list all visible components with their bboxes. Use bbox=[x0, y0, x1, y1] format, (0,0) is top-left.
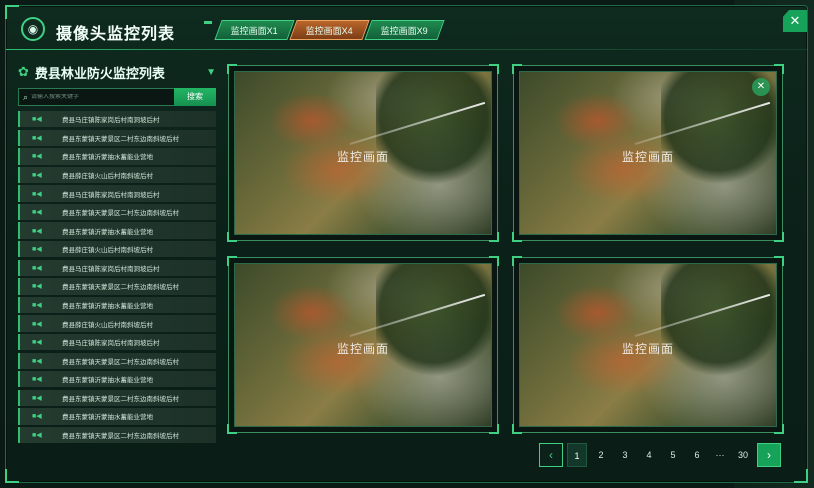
camera-icon: ■◀ bbox=[32, 171, 42, 179]
tab-view-x4[interactable]: 监控画面X4 bbox=[289, 20, 370, 40]
video-cell[interactable]: 监控画面 bbox=[512, 256, 784, 434]
page-number[interactable]: 1 bbox=[567, 443, 587, 467]
camera-list-item[interactable]: ■◀ 费县东蒙镇天蒙景区二村东边南斜坡后村 bbox=[18, 129, 216, 146]
view-mode-tabs: 监控画面X1 监控画面X4 监控画面X9 bbox=[214, 20, 445, 40]
camera-list-header[interactable]: ✿ 费县林业防火监控列表 ▼ bbox=[18, 61, 216, 83]
page-ellipsis: ··· bbox=[715, 450, 725, 460]
camera-list-item[interactable]: ■◀ 费县东蒙镇沂蒙抽水蓄能业营地 bbox=[18, 222, 216, 239]
camera-list-item[interactable]: ■◀ 费县薛庄镇火山后村南斜坡后村 bbox=[18, 241, 216, 258]
feed-caption: 监控画面 bbox=[621, 342, 674, 356]
page-number-last[interactable]: 30 bbox=[733, 443, 753, 467]
camera-icon: ■◀ bbox=[32, 339, 42, 347]
pagination: ‹ 1 2 3 4 5 6 ··· 30 › bbox=[539, 443, 781, 467]
camera-icon: ■◀ bbox=[32, 134, 42, 142]
camera-list-panel: ✿ 费县林业防火监控列表 ▼ ⌕ 搜索 ■◀费县马庄镇陈家岗后村南洞坡后村 ■◀… bbox=[18, 61, 216, 451]
dialog-title: 摄像头监控列表 bbox=[56, 26, 176, 43]
feed-close-icon[interactable]: ✕ bbox=[752, 78, 770, 96]
feed-caption: 监控画面 bbox=[621, 150, 674, 164]
camera-list-item[interactable]: ■◀ 费县东蒙镇天蒙景区二村东边南斜坡后村 bbox=[18, 389, 216, 407]
video-cell[interactable]: 监控画面 bbox=[227, 64, 499, 242]
camera-list-item[interactable]: ■◀ 费县薛庄镇火山后村南斜坡后村 bbox=[18, 166, 216, 184]
camera-list-item[interactable]: ■◀ 费县东蒙镇天蒙景区二村东边南斜坡后村 bbox=[18, 203, 216, 221]
camera-search: ⌕ 搜索 bbox=[18, 88, 216, 106]
camera-icon: ■◀ bbox=[32, 357, 42, 365]
camera-logo-icon: ◉ bbox=[21, 17, 45, 41]
page-number[interactable]: 6 bbox=[687, 443, 707, 467]
next-page-button[interactable]: › bbox=[757, 443, 781, 467]
search-field: ⌕ bbox=[18, 88, 174, 106]
video-feed[interactable]: ✕ 监控画面 bbox=[519, 71, 777, 235]
camera-icon: ■◀ bbox=[32, 246, 42, 254]
frame-corner bbox=[5, 469, 19, 483]
page-number[interactable]: 2 bbox=[591, 443, 611, 467]
camera-list-title: 费县林业防火监控列表 bbox=[34, 65, 165, 81]
video-cell[interactable]: ✕ 监控画面 bbox=[512, 64, 784, 242]
video-feed[interactable]: 监控画面 bbox=[234, 263, 492, 427]
dialog-header: ◉ 摄像头监控列表 监控画面X1 监控画面X4 监控画面X9 ✕ bbox=[6, 6, 807, 50]
camera-list-item[interactable]: ■◀ 费县马庄镇陈家岗后村南洞坡后村 bbox=[18, 185, 216, 202]
feed-caption: 监控画面 bbox=[336, 150, 389, 164]
search-input[interactable] bbox=[31, 94, 174, 100]
search-icon: ⌕ bbox=[23, 91, 29, 102]
video-feed[interactable]: 监控画面 bbox=[519, 263, 777, 427]
camera-icon: ■◀ bbox=[32, 432, 42, 440]
camera-list-item[interactable]: ■◀ 费县东蒙镇天蒙景区二村东边南斜坡后村 bbox=[18, 278, 216, 295]
camera-list-item[interactable]: ■◀ 费县马庄镇陈家岗后村南洞坡后村 bbox=[18, 259, 216, 277]
camera-icon: ■◀ bbox=[32, 190, 42, 198]
video-cell[interactable]: 监控画面 bbox=[227, 256, 499, 434]
camera-list-item[interactable]: ■◀ 费县东蒙镇天蒙景区二村东边南斜坡后村 bbox=[18, 352, 216, 369]
search-button[interactable]: 搜索 bbox=[174, 88, 216, 106]
camera-list-item[interactable]: ■◀ 费县东蒙镇沂蒙抽水蓄能业营地 bbox=[18, 148, 216, 165]
chevron-down-icon[interactable]: ▼ bbox=[206, 67, 216, 78]
page-number[interactable]: 3 bbox=[615, 443, 635, 467]
camera-icon: ■◀ bbox=[32, 301, 42, 309]
frame-corner bbox=[794, 469, 808, 483]
header-accent bbox=[204, 21, 212, 24]
camera-icon: ■◀ bbox=[32, 227, 42, 235]
camera-list-item[interactable]: ■◀ 费县马庄镇陈家岗后村南洞坡后村 bbox=[18, 333, 216, 351]
camera-icon: ■◀ bbox=[32, 283, 42, 291]
camera-list-item[interactable]: ■◀ 费县薛庄镇火山后村南斜坡后村 bbox=[18, 315, 216, 332]
header-divider bbox=[6, 49, 807, 50]
video-grid: 监控画面 ✕ 监控画面 监控画面 监控画面 bbox=[227, 64, 788, 435]
close-button[interactable]: ✕ bbox=[783, 10, 807, 32]
camera-list-item[interactable]: ■◀ 费县东蒙镇天蒙景区二村东边南斜坡后村 bbox=[18, 426, 216, 444]
camera-icon: ■◀ bbox=[32, 413, 42, 421]
page-number[interactable]: 5 bbox=[663, 443, 683, 467]
camera-icon: ■◀ bbox=[32, 320, 42, 328]
tree-icon: ✿ bbox=[18, 64, 29, 79]
camera-icon: ■◀ bbox=[32, 394, 42, 402]
camera-list-item[interactable]: ■◀ 费县马庄镇陈家岗后村南洞坡后村 bbox=[18, 111, 216, 128]
camera-list: ■◀ 费县马庄镇陈家岗后村南洞坡后村 ■◀ 费县东蒙镇天蒙景区二村东边南斜坡后村 ■… bbox=[18, 111, 216, 444]
tab-view-x9[interactable]: 监控画面X9 bbox=[364, 20, 445, 40]
video-feed[interactable]: 监控画面 bbox=[234, 71, 492, 235]
camera-icon: ■◀ bbox=[32, 153, 42, 161]
camera-icon: ■◀ bbox=[32, 376, 42, 384]
page-number[interactable]: 4 bbox=[639, 443, 659, 467]
camera-monitor-dialog: ◉ 摄像头监控列表 监控画面X1 监控画面X4 监控画面X9 ✕ ✿ 费县林业防… bbox=[5, 5, 808, 483]
prev-page-button[interactable]: ‹ bbox=[539, 443, 563, 467]
tab-view-x1[interactable]: 监控画面X1 bbox=[214, 20, 295, 40]
feed-caption: 监控画面 bbox=[336, 342, 389, 356]
camera-list-item[interactable]: ■◀ 费县东蒙镇沂蒙抽水蓄能业营地 bbox=[18, 296, 216, 314]
camera-list-item[interactable]: ■◀ 费县东蒙镇沂蒙抽水蓄能业营地 bbox=[18, 408, 216, 425]
camera-list-item[interactable]: ■◀ 费县东蒙镇沂蒙抽水蓄能业营地 bbox=[18, 371, 216, 388]
camera-icon: ■◀ bbox=[32, 209, 42, 217]
camera-icon: ■◀ bbox=[32, 116, 42, 124]
camera-icon: ■◀ bbox=[32, 264, 42, 272]
